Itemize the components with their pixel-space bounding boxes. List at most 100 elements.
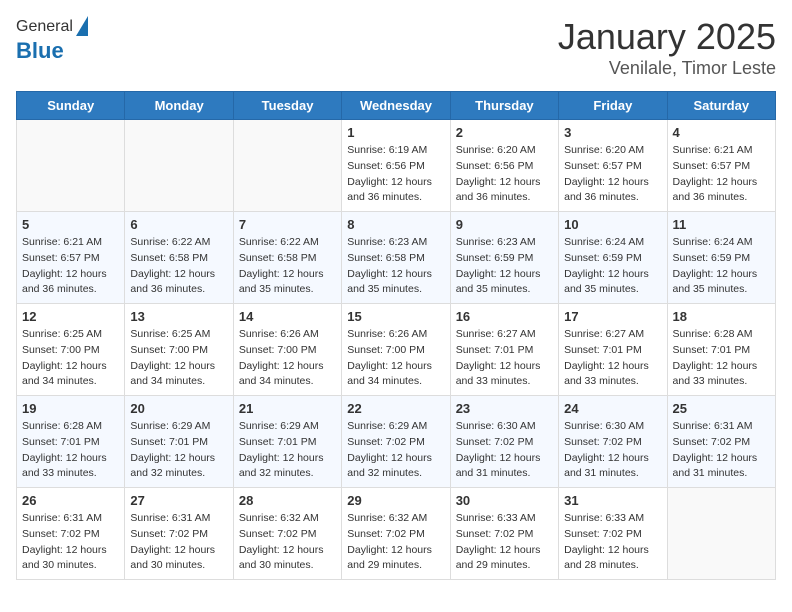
calendar-cell: 6Sunrise: 6:22 AMSunset: 6:58 PMDaylight… [125, 212, 233, 304]
day-info: Sunrise: 6:27 AMSunset: 7:01 PMDaylight:… [456, 327, 553, 390]
logo-general-text: General [16, 18, 73, 36]
calendar-cell: 24 Sunrise: 6:30 AMSunset: 7:02 PMDayligh… [559, 396, 667, 488]
calendar-cell: 21Sunrise: 6:29 AMSunset: 7:01 PMDayligh… [233, 396, 341, 488]
day-info: Sunrise: 6:20 AMSunset: 6:57 PMDaylight:… [564, 143, 661, 206]
calendar-cell: 27 Sunrise: 6:31 AMSunset: 7:02 PMDayligh… [125, 488, 233, 580]
calendar-cell: 14 Sunrise: 6:26 AMSunset: 7:00 PMDayligh… [233, 304, 341, 396]
day-info: Sunrise: 6:22 AMSunset: 6:58 PMDaylight:… [130, 235, 227, 298]
calendar-cell: 31 Sunrise: 6:33 AMSunset: 7:02 PMDayligh… [559, 488, 667, 580]
day-info: Sunrise: 6:26 AMSunset: 7:00 PMDaylight:… [347, 327, 444, 390]
day-info: Sunrise: 6:25 AMSunset: 7:00 PMDaylight:… [22, 327, 119, 390]
calendar-cell: 3 Sunrise: 6:20 AMSunset: 6:57 PMDaylight… [559, 120, 667, 212]
day-number: 20 [130, 401, 227, 416]
weekday-header-row: SundayMondayTuesdayWednesdayThursdayFrid… [17, 92, 776, 120]
day-number: 5 [22, 217, 119, 232]
weekday-header-saturday: Saturday [667, 92, 775, 120]
day-info: Sunrise: 6:27 AMSunset: 7:01 PMDaylight:… [564, 327, 661, 390]
day-number: 4 [673, 125, 770, 140]
calendar-cell: 1 Sunrise: 6:19 AMSunset: 6:56 PMDaylight… [342, 120, 450, 212]
calendar-cell: 25 Sunrise: 6:31 AMSunset: 7:02 PMDayligh… [667, 396, 775, 488]
calendar-cell: 18 Sunrise: 6:28 AMSunset: 7:01 PMDayligh… [667, 304, 775, 396]
weekday-header-monday: Monday [125, 92, 233, 120]
day-number: 27 [130, 493, 227, 508]
calendar-subtitle: Venilale, Timor Leste [558, 58, 776, 79]
calendar-week-row: 5Sunrise: 6:21 AMSunset: 6:57 PMDaylight… [17, 212, 776, 304]
logo-blue-text: Blue [16, 38, 88, 64]
day-number: 26 [22, 493, 119, 508]
day-number: 19 [22, 401, 119, 416]
calendar-cell: 23 Sunrise: 6:30 AMSunset: 7:02 PMDayligh… [450, 396, 558, 488]
weekday-header-tuesday: Tuesday [233, 92, 341, 120]
day-number: 21 [239, 401, 336, 416]
day-number: 25 [673, 401, 770, 416]
day-info: Sunrise: 6:32 AMSunset: 7:02 PMDaylight:… [347, 511, 444, 574]
calendar-title: January 2025 [558, 16, 776, 58]
calendar-week-row: 1 Sunrise: 6:19 AMSunset: 6:56 PMDaylight… [17, 120, 776, 212]
day-info: Sunrise: 6:29 AMSunset: 7:01 PMDaylight:… [130, 419, 227, 482]
day-number: 30 [456, 493, 553, 508]
day-info: Sunrise: 6:29 AMSunset: 7:02 PMDaylight:… [347, 419, 444, 482]
day-info: Sunrise: 6:28 AMSunset: 7:01 PMDaylight:… [673, 327, 770, 390]
calendar-cell: 28 Sunrise: 6:32 AMSunset: 7:02 PMDayligh… [233, 488, 341, 580]
day-number: 28 [239, 493, 336, 508]
day-number: 1 [347, 125, 444, 140]
calendar-cell: 12 Sunrise: 6:25 AMSunset: 7:00 PMDayligh… [17, 304, 125, 396]
calendar-cell: 30 Sunrise: 6:33 AMSunset: 7:02 PMDayligh… [450, 488, 558, 580]
day-number: 12 [22, 309, 119, 324]
day-number: 3 [564, 125, 661, 140]
day-info: Sunrise: 6:30 AMSunset: 7:02 PMDaylight:… [456, 419, 553, 482]
day-info: Sunrise: 6:30 AMSunset: 7:02 PMDaylight:… [564, 419, 661, 482]
calendar-cell: 13Sunrise: 6:25 AMSunset: 7:00 PMDayligh… [125, 304, 233, 396]
weekday-header-friday: Friday [559, 92, 667, 120]
day-info: Sunrise: 6:19 AMSunset: 6:56 PMDaylight:… [347, 143, 444, 206]
day-info: Sunrise: 6:31 AMSunset: 7:02 PMDaylight:… [22, 511, 119, 574]
day-info: Sunrise: 6:33 AMSunset: 7:02 PMDaylight:… [564, 511, 661, 574]
day-number: 10 [564, 217, 661, 232]
day-number: 22 [347, 401, 444, 416]
day-number: 14 [239, 309, 336, 324]
calendar-cell: 7Sunrise: 6:22 AMSunset: 6:58 PMDaylight… [233, 212, 341, 304]
page-header: General Blue January 2025 Venilale, Timo… [16, 16, 776, 79]
calendar-cell: 11 Sunrise: 6:24 AMSunset: 6:59 PMDayligh… [667, 212, 775, 304]
day-number: 29 [347, 493, 444, 508]
day-info: Sunrise: 6:28 AMSunset: 7:01 PMDaylight:… [22, 419, 119, 482]
title-block: January 2025 Venilale, Timor Leste [558, 16, 776, 79]
weekday-header-thursday: Thursday [450, 92, 558, 120]
weekday-header-wednesday: Wednesday [342, 92, 450, 120]
day-number: 31 [564, 493, 661, 508]
calendar-week-row: 19 Sunrise: 6:28 AMSunset: 7:01 PMDayligh… [17, 396, 776, 488]
day-number: 15 [347, 309, 444, 324]
day-number: 17 [564, 309, 661, 324]
day-number: 2 [456, 125, 553, 140]
day-number: 24 [564, 401, 661, 416]
calendar-cell: 26 Sunrise: 6:31 AMSunset: 7:02 PMDayligh… [17, 488, 125, 580]
day-number: 8 [347, 217, 444, 232]
day-number: 16 [456, 309, 553, 324]
weekday-header-sunday: Sunday [17, 92, 125, 120]
calendar-cell: 10 Sunrise: 6:24 AMSunset: 6:59 PMDayligh… [559, 212, 667, 304]
day-info: Sunrise: 6:31 AMSunset: 7:02 PMDaylight:… [673, 419, 770, 482]
day-number: 23 [456, 401, 553, 416]
day-info: Sunrise: 6:21 AMSunset: 6:57 PMDaylight:… [673, 143, 770, 206]
day-info: Sunrise: 6:26 AMSunset: 7:00 PMDaylight:… [239, 327, 336, 390]
day-number: 7 [239, 217, 336, 232]
calendar-cell: 16 Sunrise: 6:27 AMSunset: 7:01 PMDayligh… [450, 304, 558, 396]
day-number: 18 [673, 309, 770, 324]
day-info: Sunrise: 6:33 AMSunset: 7:02 PMDaylight:… [456, 511, 553, 574]
calendar-week-row: 12 Sunrise: 6:25 AMSunset: 7:00 PMDayligh… [17, 304, 776, 396]
day-info: Sunrise: 6:24 AMSunset: 6:59 PMDaylight:… [564, 235, 661, 298]
calendar-cell [233, 120, 341, 212]
calendar-table: SundayMondayTuesdayWednesdayThursdayFrid… [16, 91, 776, 580]
day-info: Sunrise: 6:24 AMSunset: 6:59 PMDaylight:… [673, 235, 770, 298]
calendar-cell: 5Sunrise: 6:21 AMSunset: 6:57 PMDaylight… [17, 212, 125, 304]
calendar-cell: 22 Sunrise: 6:29 AMSunset: 7:02 PMDayligh… [342, 396, 450, 488]
calendar-cell: 17 Sunrise: 6:27 AMSunset: 7:01 PMDayligh… [559, 304, 667, 396]
day-info: Sunrise: 6:31 AMSunset: 7:02 PMDaylight:… [130, 511, 227, 574]
calendar-cell [17, 120, 125, 212]
calendar-cell: 2Sunrise: 6:20 AMSunset: 6:56 PMDaylight… [450, 120, 558, 212]
calendar-cell [125, 120, 233, 212]
day-number: 11 [673, 217, 770, 232]
calendar-cell: 9Sunrise: 6:23 AMSunset: 6:59 PMDaylight… [450, 212, 558, 304]
calendar-cell: 8Sunrise: 6:23 AMSunset: 6:58 PMDaylight… [342, 212, 450, 304]
day-info: Sunrise: 6:32 AMSunset: 7:02 PMDaylight:… [239, 511, 336, 574]
